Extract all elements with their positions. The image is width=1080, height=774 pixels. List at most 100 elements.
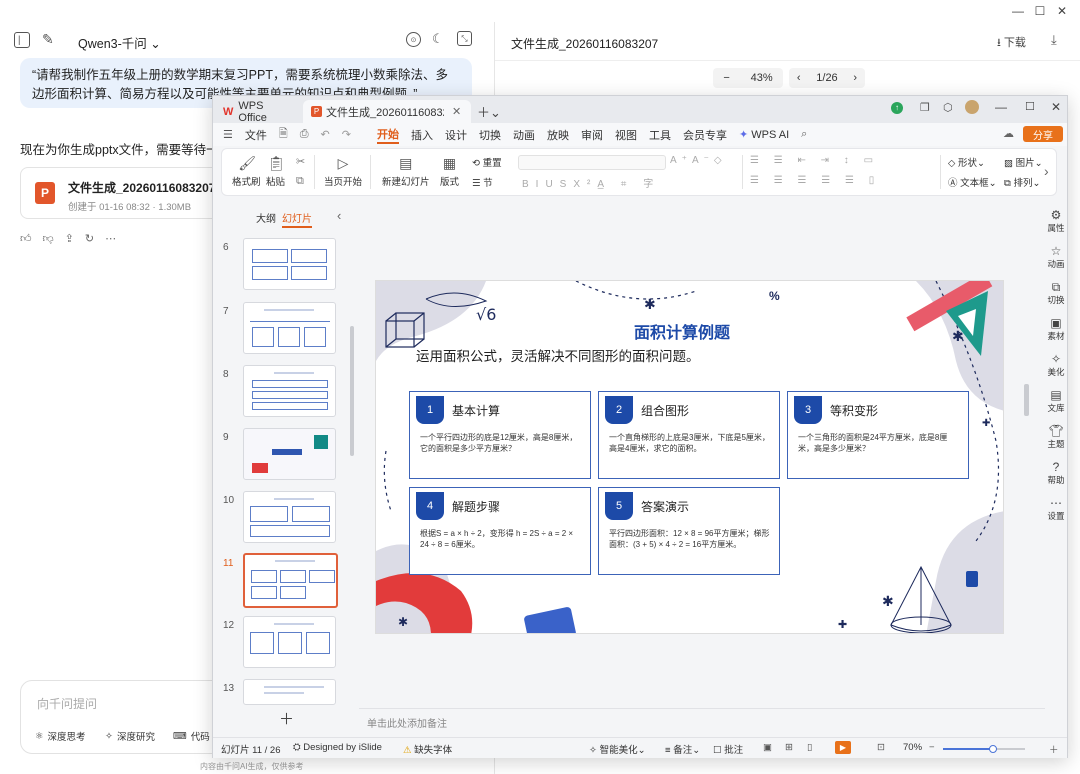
slide-thumbnail[interactable] <box>243 302 336 354</box>
history-icon[interactable]: ⊙ <box>406 32 421 47</box>
layout-button[interactable]: ▦ 版式 <box>440 155 459 188</box>
cube-icon[interactable]: ⬡ <box>943 101 953 114</box>
textbox-button[interactable]: Ⓐ 文本框⌄ <box>948 175 997 189</box>
wps-minimize-icon[interactable]: — <box>995 100 1007 114</box>
panel-transition[interactable]: ⧉ 切换 <box>1045 280 1067 306</box>
copy-icon[interactable]: ⧉ <box>296 175 304 188</box>
wps-close-icon[interactable]: ✕ <box>1051 100 1061 114</box>
thumb-scrollbar[interactable] <box>350 326 354 456</box>
menu-slideshow[interactable]: 放映 <box>547 127 569 143</box>
menu-view[interactable]: 视图 <box>615 127 637 143</box>
panel-library[interactable]: ▤ 文库 <box>1045 388 1067 414</box>
notes-button[interactable]: ≡ 备注⌄ <box>665 742 700 756</box>
normal-view-icon[interactable]: ▣ <box>763 742 772 753</box>
cloud-icon[interactable]: ☁ <box>1003 127 1014 140</box>
font-family-select[interactable] <box>518 155 666 170</box>
prev-page-icon[interactable]: ‹ <box>797 72 801 84</box>
zoom-out-icon[interactable]: − <box>723 72 729 84</box>
sidebar-toggle-icon[interactable]: ▏ <box>14 32 30 48</box>
tab-document[interactable]: P 文件生成_20260116083207.p ✕ <box>303 100 471 123</box>
content-card[interactable]: 2 组合图形 一个直角梯形的上底是3厘米，下底是5厘米，高是4厘米，求它的面积。 <box>598 391 780 479</box>
panel-settings[interactable]: ⋯ 设置 <box>1045 496 1067 522</box>
tab-close-icon[interactable]: ✕ <box>452 105 461 118</box>
menu-hamburger-icon[interactable]: ☰ <box>223 128 233 141</box>
slides-tab[interactable]: 幻灯片 <box>282 210 312 228</box>
menu-home[interactable]: 开始 <box>376 126 399 144</box>
grid-view-icon[interactable]: ⊞ <box>785 742 793 753</box>
page-control[interactable]: ‹ 1/26 › <box>789 68 865 88</box>
code-toggle[interactable]: ⌨ 代码 <box>173 729 210 744</box>
new-slide-button[interactable]: ▤ 新建幻灯片 <box>382 155 430 188</box>
menu-design[interactable]: 设计 <box>445 127 467 143</box>
thumbs-up-icon[interactable]: 👍︎ <box>20 232 32 245</box>
notes-input[interactable]: 单击此处添加备注 <box>367 715 447 730</box>
font-style-buttons[interactable]: BIUSX²A̲ ⌗ 字 <box>522 175 660 190</box>
ribbon-scroll-right-icon[interactable]: › <box>1044 163 1049 179</box>
slide-subtitle[interactable]: 运用面积公式，灵活解决不同图形的面积问题。 <box>416 345 700 365</box>
missing-font-button[interactable]: ⚠ 缺失字体 <box>403 742 452 756</box>
menu-wps-ai[interactable]: ✦ WPS AI <box>739 128 789 141</box>
deep-think-toggle[interactable]: ⚛ 深度思考 <box>35 729 86 744</box>
maximize-icon[interactable]: ☐ <box>1029 2 1051 20</box>
smart-beautify-button[interactable]: ✧ 智能美化⌄ <box>589 742 646 756</box>
minimize-icon[interactable]: — <box>1007 2 1029 20</box>
add-slide-icon[interactable]: ＋ <box>279 708 294 729</box>
slide-thumbnail-active[interactable] <box>243 553 338 608</box>
align-buttons[interactable]: ☰ ☰ ☰ ☰ ☰ ▯ <box>750 175 880 186</box>
reset-button[interactable]: ⟲ 重置 <box>472 155 502 169</box>
panel-help[interactable]: ? 帮助 <box>1045 460 1067 486</box>
expand-icon[interactable]: ⤡ <box>457 31 472 46</box>
update-icon[interactable]: ↑ <box>891 102 903 114</box>
share-icon[interactable]: ⇪ <box>65 232 74 245</box>
close-icon[interactable]: ✕ <box>1051 2 1073 20</box>
collapse-panel-icon[interactable]: ‹ <box>337 208 341 223</box>
tab-wps-office[interactable]: W WPS Office <box>215 100 303 124</box>
content-card[interactable]: 4 解题步骤 根据S = a × h ÷ 2，变形得 h = 2S ÷ a = … <box>409 487 591 575</box>
play-from-current-button[interactable]: ▷ 当页开始 <box>324 155 362 188</box>
slide-thumbnail[interactable] <box>243 238 336 290</box>
download-button[interactable]: ⭳ 下载 <box>997 34 1026 53</box>
paste-button[interactable]: 📋︎ 粘贴 <box>266 155 285 188</box>
menu-transition[interactable]: 切换 <box>479 127 501 143</box>
cut-icon[interactable]: ✂ <box>296 155 305 168</box>
collapse-icon[interactable]: ⤓ <box>1051 32 1057 48</box>
content-card[interactable]: 3 等积变形 一个三角形的面积是24平方厘米，底是8厘米，高是多少厘米？ <box>787 391 969 479</box>
slide-thumbnail[interactable] <box>243 428 336 480</box>
shape-button[interactable]: ◇ 形状⌄ <box>948 155 985 169</box>
play-slideshow-icon[interactable]: ▶ <box>835 741 851 754</box>
zoom-in-icon[interactable]: ＋ <box>1049 742 1059 756</box>
menu-file[interactable]: 文件 <box>245 127 267 143</box>
zoom-slider-handle[interactable] <box>989 745 997 753</box>
more-icon[interactable]: ⋯ <box>105 232 116 245</box>
design-credit[interactable]: ⛭ Designed by iSlide <box>293 742 382 753</box>
menu-member[interactable]: 会员专享 <box>683 127 727 143</box>
menu-animation[interactable]: 动画 <box>513 127 535 143</box>
slide-thumbnail[interactable] <box>243 365 336 417</box>
panel-beautify[interactable]: ✧ 美化 <box>1045 352 1067 378</box>
paragraph-buttons[interactable]: ☰ ☰ ⇤ ⇥ ↕ ▭ <box>750 155 879 166</box>
panel-material[interactable]: ▣ 素材 <box>1045 316 1067 342</box>
model-selector[interactable]: Qwen3-千问 ⌄ <box>78 33 161 52</box>
zoom-level[interactable]: 70% <box>903 742 922 753</box>
image-button[interactable]: ▨ 图片⌄ <box>1004 155 1043 169</box>
regenerate-icon[interactable]: ↻ <box>85 232 94 245</box>
font-size-buttons[interactable]: A⁺A⁻◇ <box>670 155 727 166</box>
menu-insert[interactable]: 插入 <box>411 127 433 143</box>
new-tab-icon[interactable]: ＋⌄ <box>477 102 501 121</box>
outline-tab[interactable]: 大纲 <box>256 210 276 225</box>
zoom-control[interactable]: − 43% <box>713 68 783 88</box>
slide-thumbnail[interactable] <box>243 616 336 668</box>
print-icon[interactable]: ⎙ <box>300 128 309 141</box>
comments-button[interactable]: ☐ 批注 <box>713 742 743 756</box>
slide-canvas[interactable]: ✱ ✱ ✱ ✚ ✚ ✱ √6 % 面积计算例题 运用面积公式，灵活解决不同图形的面积问题。… <box>375 280 1004 634</box>
format-painter-button[interactable]: 🖌︎ 格式刷 <box>232 155 261 188</box>
slide-title[interactable]: 面积计算例题 <box>634 319 730 343</box>
reading-view-icon[interactable]: ▯ <box>807 742 812 753</box>
content-card[interactable]: 1 基本计算 一个平行四边形的底是12厘米，高是8厘米，它的面积是多少平方厘米？ <box>409 391 591 479</box>
moon-icon[interactable]: ☾ <box>432 31 444 47</box>
slide-thumbnail[interactable] <box>243 491 336 543</box>
menu-review[interactable]: 审阅 <box>581 127 603 143</box>
menu-tools[interactable]: 工具 <box>649 127 671 143</box>
slide-thumbnail[interactable] <box>243 679 336 705</box>
editor-scrollbar[interactable] <box>1024 384 1029 416</box>
